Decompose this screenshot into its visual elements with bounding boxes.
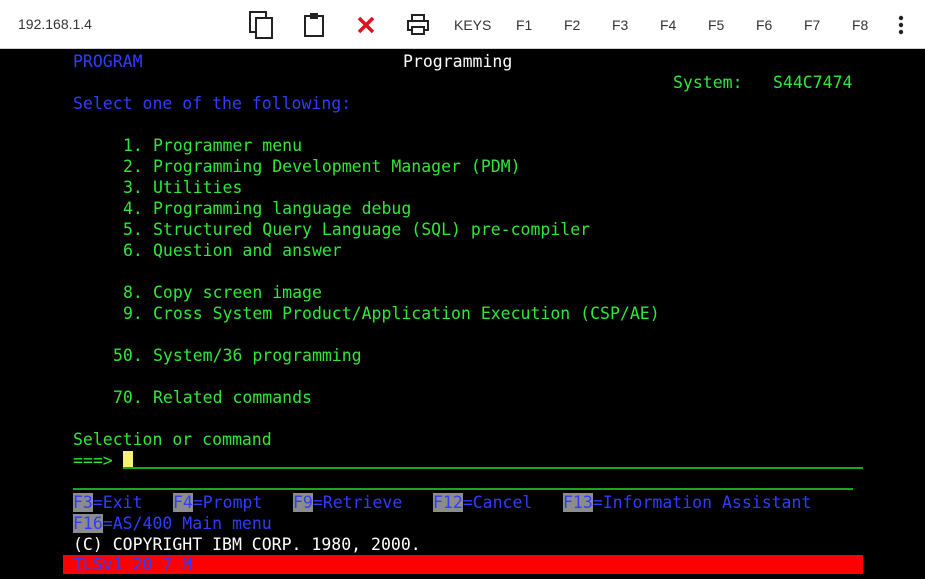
menu-option-number: 5. [123, 220, 143, 239]
menu-option-number: 3. [123, 178, 143, 197]
fkey-label: F3 [73, 493, 93, 512]
fkey-f3[interactable]: F3=Exit [73, 492, 143, 513]
menu-option-text[interactable]: Related commands [153, 387, 312, 408]
menu-option-text[interactable]: Cross System Product/Application Executi… [153, 303, 660, 324]
menu-option-text[interactable]: Utilities [153, 177, 242, 198]
overflow-menu-button[interactable] [891, 10, 911, 40]
system-label: System: [673, 73, 743, 92]
fkey-f12[interactable]: F12=Cancel [433, 492, 532, 513]
divider [73, 488, 853, 490]
menu-option-text[interactable]: Programming Development Manager (PDM) [153, 156, 521, 177]
menu-option-text[interactable]: Programmer menu [153, 135, 302, 156]
f2-key-button[interactable]: F2 [564, 17, 580, 33]
f8-key-button[interactable]: F8 [852, 17, 868, 33]
menu-option-number: 50. [113, 346, 143, 365]
fkey-f13[interactable]: F13=Information Assistant [563, 492, 811, 513]
f5-key-button[interactable]: F5 [708, 17, 724, 33]
fkey-description: =Retrieve [312, 493, 403, 512]
system-name: S44C7474 [773, 73, 853, 92]
f6-key-button[interactable]: F6 [756, 17, 772, 33]
more-vertical-icon [898, 15, 904, 35]
menu-option-number: 8. [123, 283, 143, 302]
menu-option-text[interactable]: Programming language debug [153, 198, 411, 219]
fkey-label: F13 [563, 493, 593, 512]
copy-button[interactable] [246, 10, 276, 40]
menu-option-number: 9. [123, 304, 143, 323]
status-bar: TLSv1 20 7 M [63, 555, 863, 574]
close-icon [357, 16, 375, 34]
print-button[interactable] [405, 10, 431, 40]
paste-icon [304, 13, 324, 37]
menu-option-text[interactable]: Copy screen image [153, 282, 322, 303]
keys-button[interactable]: KEYS [454, 17, 491, 33]
toolbar: 192.168.1.4 KEYS F1 F2 F3 F4 F5 F6 F7 F8 [0, 0, 925, 49]
command-prompt: ===> [73, 451, 113, 470]
host-address: 192.168.1.4 [18, 16, 92, 32]
f3-key-button[interactable]: F3 [612, 17, 628, 33]
fkey-f16[interactable]: F16=AS/400 Main menu [73, 513, 272, 534]
text-cursor [123, 451, 133, 468]
menu-option-text[interactable]: Structured Query Language (SQL) pre-comp… [153, 219, 590, 240]
copy-icon [249, 11, 273, 39]
menu-option-number: 70. [113, 388, 143, 407]
f7-key-button[interactable]: F7 [804, 17, 820, 33]
fkey-label: F4 [173, 493, 193, 512]
fkey-description: =Exit [92, 493, 143, 512]
f4-key-button[interactable]: F4 [660, 17, 676, 33]
fkey-label: F12 [433, 493, 463, 512]
print-icon [407, 14, 429, 35]
menu-option-number: 1. [123, 136, 143, 155]
menu-id: PROGRAM [73, 52, 143, 71]
fkey-description: =Information Assistant [592, 493, 812, 512]
menu-option-text[interactable]: System/36 programming [153, 345, 362, 366]
fkey-f4[interactable]: F4=Prompt [173, 492, 262, 513]
fkey-f9[interactable]: F9=Retrieve [293, 492, 402, 513]
command-input-underline[interactable] [123, 467, 863, 469]
copyright-notice: (C) COPYRIGHT IBM CORP. 1980, 2000. [73, 535, 421, 554]
fkey-description: =Cancel [462, 493, 533, 512]
status-text: TLSv1 20 7 M [73, 555, 193, 574]
menu-option-text[interactable]: Question and answer [153, 240, 342, 261]
disconnect-button[interactable] [354, 10, 378, 40]
fkey-description: =AS/400 Main menu [102, 514, 272, 533]
f1-key-button[interactable]: F1 [516, 17, 532, 33]
menu-option-number: 2. [123, 157, 143, 176]
paste-button[interactable] [301, 10, 327, 40]
menu-option-number: 4. [123, 199, 143, 218]
page-title: Programming [403, 52, 513, 71]
fkey-label: F9 [293, 493, 313, 512]
fkey-label: F16 [73, 514, 103, 533]
instruction-text: Select one of the following: [73, 94, 352, 113]
menu-option-number: 6. [123, 241, 143, 260]
fkey-description: =Prompt [192, 493, 263, 512]
selection-label: Selection or command [73, 430, 272, 449]
